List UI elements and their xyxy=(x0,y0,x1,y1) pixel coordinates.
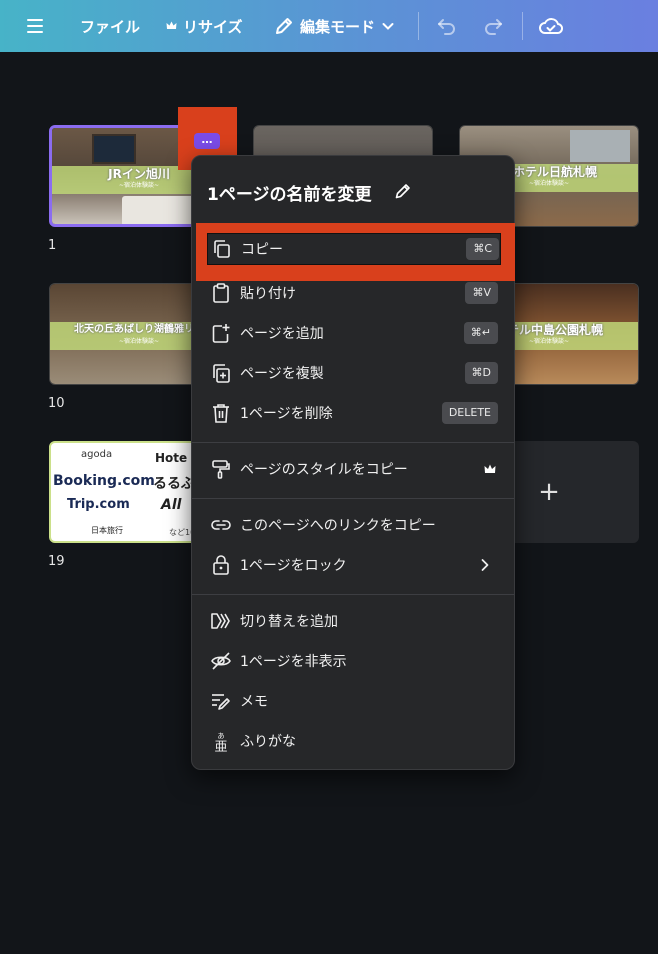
menu-item-delete-page[interactable]: 1ページを削除 DELETE xyxy=(192,393,514,433)
resize-label: リサイズ xyxy=(183,17,243,36)
chevron-down-icon xyxy=(382,23,394,30)
chevron-right-icon xyxy=(481,559,489,571)
page-number: 10 xyxy=(48,396,65,411)
page-number: 19 xyxy=(48,554,65,569)
logo-rurubu: るるぶ xyxy=(153,476,195,492)
undo-icon xyxy=(438,19,455,35)
menu-divider xyxy=(192,594,514,595)
menu-item-notes[interactable]: メモ xyxy=(192,681,514,721)
menu-item-label: 1ページをロック xyxy=(240,558,347,574)
menu-item-furigana[interactable]: あ 亜 ふりがな xyxy=(192,721,514,761)
shortcut-badge: DELETE xyxy=(441,402,498,424)
menu-item-add-transition[interactable]: 切り替えを追加 xyxy=(192,601,514,641)
redo-button[interactable] xyxy=(482,0,504,52)
toolbar-divider xyxy=(522,12,523,40)
menu-item-label: ふりがな xyxy=(240,734,296,750)
menu-divider xyxy=(192,498,514,499)
page-number: 1 xyxy=(48,238,57,253)
plus-icon: + xyxy=(538,477,560,507)
redo-icon xyxy=(485,19,502,35)
page-context-menu: 1ページの名前を変更 コピー ⌘C 貼り付け ⌘V ページを追加 ⌘↵ ページを… xyxy=(191,155,515,770)
duplicate-icon xyxy=(213,364,230,383)
toolbar-divider xyxy=(418,12,419,40)
rename-page-title[interactable]: 1ページの名前を変更 xyxy=(207,180,372,205)
page-more-options-button[interactable]: … xyxy=(194,133,220,149)
menu-divider xyxy=(192,442,514,443)
hamburger-icon xyxy=(27,19,43,33)
menu-item-duplicate-page[interactable]: ページを複製 ⌘D xyxy=(192,353,514,393)
paint-roller-icon xyxy=(212,460,230,479)
shortcut-badge: ⌘↵ xyxy=(463,322,498,344)
eye-off-icon xyxy=(211,652,231,670)
edit-mode-label: 編集モード xyxy=(300,17,376,36)
add-page-icon xyxy=(212,324,230,343)
resize-button[interactable]: リサイズ xyxy=(166,0,243,52)
top-toolbar: ファイル リサイズ 編集モード xyxy=(0,0,658,52)
furigana-icon: あ 亜 xyxy=(214,732,227,752)
transition-icon xyxy=(211,613,230,629)
file-menu-button[interactable]: ファイル xyxy=(80,0,140,52)
menu-item-label: ページのスタイルをコピー xyxy=(240,462,408,478)
window-decoration xyxy=(92,134,136,164)
menu-item-copy[interactable]: コピー ⌘C xyxy=(207,233,501,265)
menu-item-label: メモ xyxy=(240,694,268,710)
cloud-check-icon xyxy=(539,18,563,34)
menu-item-copy-link[interactable]: このページへのリンクをコピー xyxy=(192,505,514,545)
logo-hotels: Hote xyxy=(155,451,188,465)
menu-item-label: このページへのリンクをコピー xyxy=(240,518,436,534)
logo-trip: Trip.com xyxy=(67,497,130,512)
rename-page-label: 1ページの名前を変更 xyxy=(207,185,372,205)
pencil-icon xyxy=(276,18,292,34)
crown-icon xyxy=(484,464,496,473)
cloud-save-button[interactable] xyxy=(539,0,563,52)
menu-item-label: ページを追加 xyxy=(240,326,324,342)
more-dots-icon: … xyxy=(201,133,213,146)
menu-item-lock-page[interactable]: 1ページをロック xyxy=(192,545,514,585)
undo-button[interactable] xyxy=(436,0,458,52)
menu-item-label: ページを複製 xyxy=(240,366,324,382)
paste-icon xyxy=(213,283,229,303)
shortcut-badge: ⌘C xyxy=(466,238,499,260)
edit-mode-dropdown[interactable]: 編集モード xyxy=(274,0,395,52)
menu-item-label: 1ページを非表示 xyxy=(240,654,347,670)
svg-text:あ: あ xyxy=(218,732,225,740)
bed-decoration xyxy=(122,196,202,224)
shortcut-badge: ⌘D xyxy=(464,362,498,384)
link-icon xyxy=(211,520,231,530)
logo-booking: Booking.com xyxy=(53,473,155,489)
menu-item-label: 切り替えを追加 xyxy=(240,614,338,630)
logo-agoda: agoda xyxy=(81,449,113,460)
pencil-icon[interactable] xyxy=(394,182,412,200)
menu-item-hide-page[interactable]: 1ページを非表示 xyxy=(192,641,514,681)
note-icon xyxy=(212,694,230,710)
menu-item-label: コピー xyxy=(241,242,283,258)
lock-icon xyxy=(213,555,229,575)
menu-item-paste[interactable]: 貼り付け ⌘V xyxy=(192,273,514,313)
menu-item-label: 1ページを削除 xyxy=(240,406,333,422)
logo-nihon-ryoko: 日本旅行 xyxy=(91,526,123,535)
menu-item-add-page[interactable]: ページを追加 ⌘↵ xyxy=(192,313,514,353)
crown-icon xyxy=(166,21,177,29)
menu-item-copy-style[interactable]: ページのスタイルをコピー xyxy=(192,449,514,489)
trash-icon xyxy=(213,404,229,423)
logo-all: All xyxy=(161,497,182,513)
shortcut-badge: ⌘V xyxy=(465,282,498,304)
window-decoration xyxy=(570,130,630,162)
menu-button[interactable] xyxy=(26,0,44,52)
file-menu-label: ファイル xyxy=(80,17,141,36)
svg-text:亜: 亜 xyxy=(214,740,227,752)
menu-item-label: 貼り付け xyxy=(240,286,296,302)
copy-icon xyxy=(214,240,230,258)
